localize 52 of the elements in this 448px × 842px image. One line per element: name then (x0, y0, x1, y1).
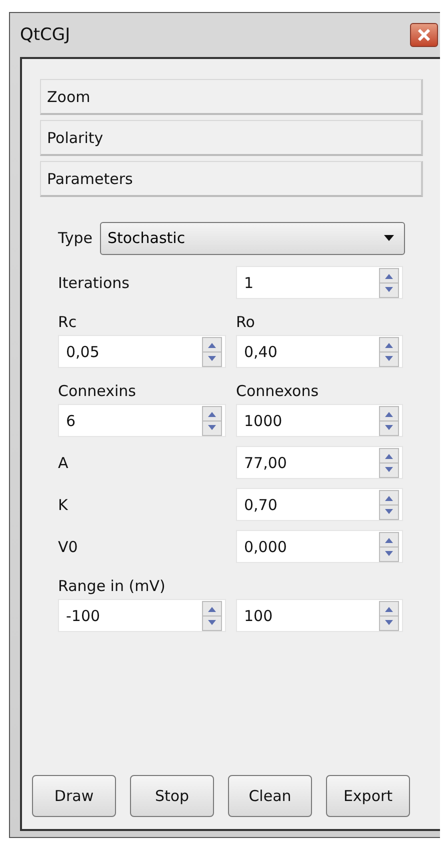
spin-arrows-icon[interactable] (379, 336, 399, 366)
spin-value: 1 (244, 274, 254, 292)
window-title: QtCGJ (20, 25, 70, 45)
spin-box[interactable]: 77,00 (236, 446, 403, 479)
section-header[interactable]: Parameters (40, 161, 423, 197)
field-label: Ro (236, 313, 256, 331)
spin-value: 100 (244, 606, 273, 624)
spin-box[interactable]: 0,000 (236, 530, 403, 563)
spin-box[interactable]: 1000 (236, 404, 403, 437)
field-label: Iterations (58, 274, 130, 292)
field-label: K (58, 496, 69, 514)
close-icon (417, 29, 431, 41)
field-label: Rc (58, 313, 78, 331)
spin-arrows-icon[interactable] (202, 406, 222, 436)
spin-box[interactable]: 6 (58, 404, 226, 437)
spin-box[interactable]: 1 (236, 266, 403, 299)
spin-box[interactable]: 0,05 (58, 335, 226, 368)
section-header[interactable]: Zoom (40, 79, 423, 115)
spin-arrows-icon[interactable] (379, 406, 399, 436)
section-header[interactable]: Polarity (40, 120, 423, 156)
push-button[interactable]: Stop (130, 775, 214, 817)
spin-arrows-icon[interactable] (379, 448, 399, 478)
spin-value: 77,00 (244, 454, 287, 472)
spin-value: 1000 (244, 412, 282, 430)
spin-value: 6 (66, 412, 76, 430)
spin-box[interactable]: 0,70 (236, 488, 403, 521)
spin-arrows-icon[interactable] (379, 600, 399, 630)
spin-value: 0,70 (244, 496, 278, 514)
field-label: Connexins (58, 382, 137, 400)
field-label: A (58, 454, 70, 472)
push-button[interactable]: Export (326, 775, 410, 817)
spin-value: 0,40 (244, 342, 278, 360)
spin-box[interactable]: 100 (236, 599, 403, 632)
spin-arrows-icon[interactable] (379, 490, 399, 520)
type-dropdown[interactable]: Stochastic (100, 222, 405, 254)
push-button[interactable]: Clean (228, 775, 312, 817)
close-button[interactable] (410, 23, 438, 47)
spin-arrows-icon[interactable] (379, 268, 399, 298)
spin-box[interactable]: -100 (58, 599, 226, 632)
field-label: Range in (mV) (58, 577, 166, 595)
spin-value: -100 (66, 606, 100, 624)
field-label: V0 (58, 538, 79, 556)
push-button[interactable]: Draw (32, 775, 116, 817)
spin-box[interactable]: 0,40 (236, 335, 403, 368)
spin-arrows-icon[interactable] (202, 600, 222, 630)
spin-value: 0,05 (66, 342, 100, 360)
spin-value: 0,000 (244, 538, 287, 556)
dropdown-arrow-icon (384, 235, 394, 241)
spin-arrows-icon[interactable] (202, 336, 222, 366)
spin-arrows-icon[interactable] (379, 532, 399, 562)
field-label: Connexons (236, 382, 320, 400)
field-label: Type (58, 229, 92, 247)
